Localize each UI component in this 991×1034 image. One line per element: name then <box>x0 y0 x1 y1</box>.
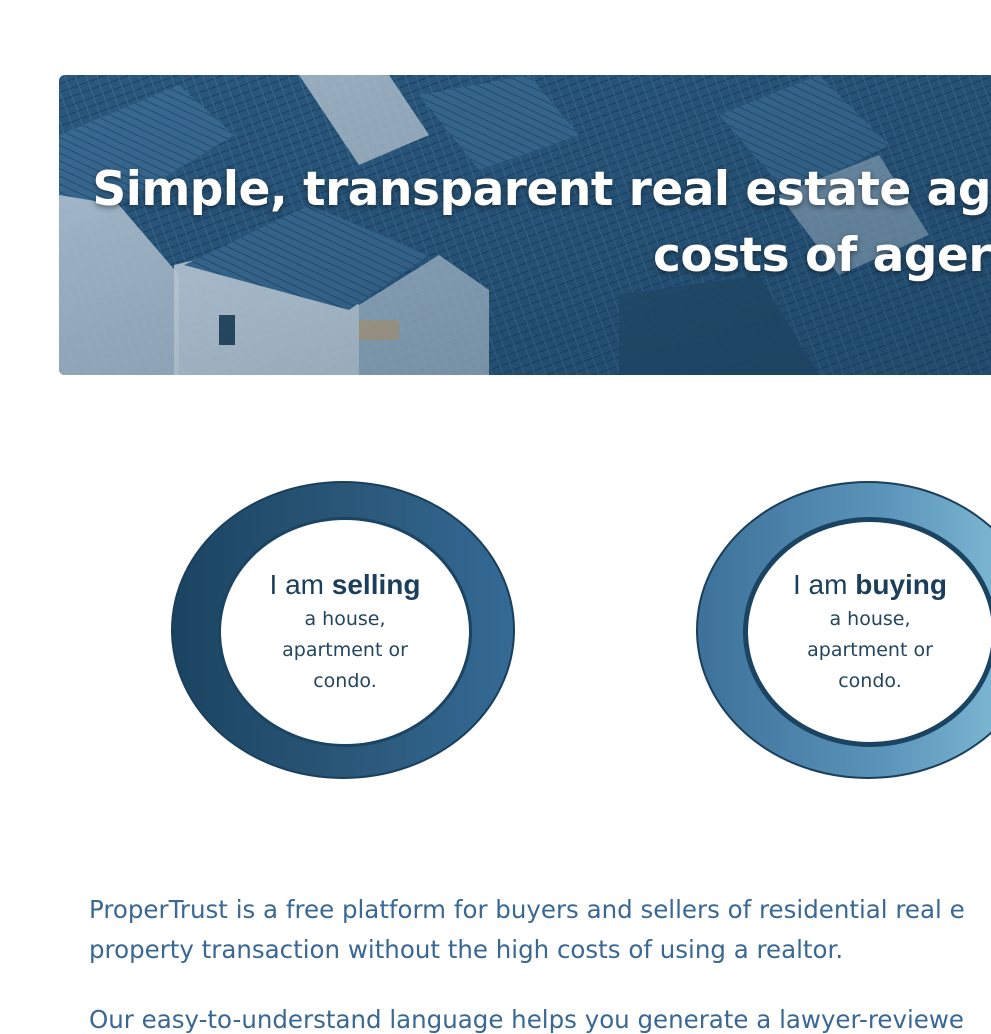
buying-option-heading: I am buying <box>793 568 947 602</box>
intro-paragraph-2-line-1: Our easy-to-understand language helps yo… <box>89 1005 964 1034</box>
buying-option-prefix: I am <box>793 568 856 600</box>
intro-paragraph-2: Our easy-to-understand language helps yo… <box>89 1000 991 1034</box>
intro-paragraph-1: ProperTrust is a free platform for buyer… <box>89 890 991 970</box>
intro-paragraph-1-line-1: ProperTrust is a free platform for buyer… <box>89 895 965 924</box>
hero-title-line-2: costs of ager <box>653 228 991 283</box>
selling-option-heading: I am selling <box>270 568 421 602</box>
buying-option-inner: I am buying a house, apartment or condo. <box>743 517 991 747</box>
selling-option-button[interactable]: I am selling a house, apartment or condo… <box>171 481 515 779</box>
page: Simple, transparent real estate ag costs… <box>0 0 991 1034</box>
hero-title: Simple, transparent real estate ag costs… <box>91 157 991 289</box>
selling-option-prefix: I am <box>269 568 332 600</box>
buying-option-description: a house, apartment or condo. <box>807 607 933 692</box>
intro-paragraph-1-line-2: property transaction without the high co… <box>89 935 844 964</box>
buying-option-button[interactable]: I am buying a house, apartment or condo. <box>696 481 991 779</box>
hero-title-line-1: Simple, transparent real estate ag <box>92 162 991 217</box>
selling-option-inner: I am selling a house, apartment or condo… <box>218 517 472 747</box>
hero-banner: Simple, transparent real estate ag costs… <box>59 75 991 375</box>
selling-option-keyword: selling <box>331 568 421 600</box>
selling-option-description: a house, apartment or condo. <box>282 607 408 692</box>
buying-option-keyword: buying <box>855 568 947 600</box>
